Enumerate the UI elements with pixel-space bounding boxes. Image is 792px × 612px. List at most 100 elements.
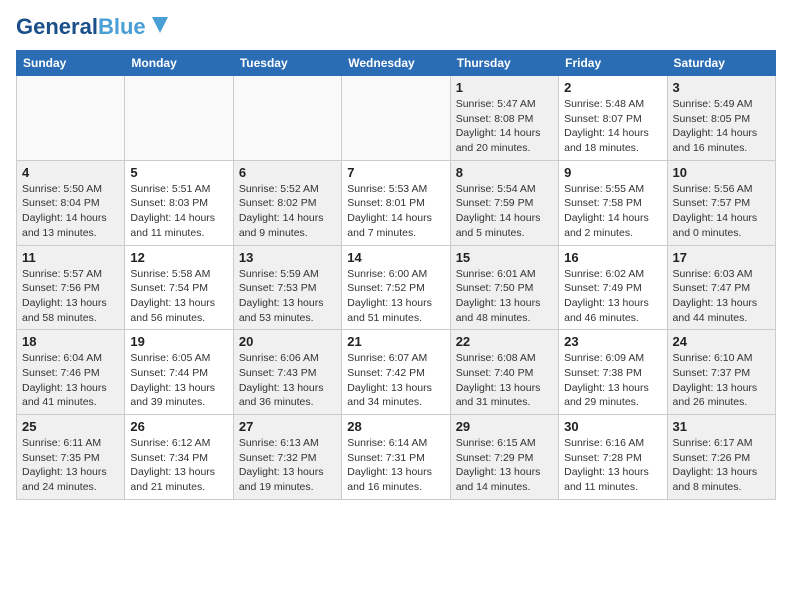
day-detail: Sunrise: 5:50 AMSunset: 8:04 PMDaylight:… — [22, 182, 119, 241]
calendar-cell — [342, 76, 450, 161]
weekday-header-tuesday: Tuesday — [233, 51, 341, 76]
day-number: 19 — [130, 334, 227, 349]
day-detail: Sunrise: 6:13 AMSunset: 7:32 PMDaylight:… — [239, 436, 336, 495]
calendar-cell: 9Sunrise: 5:55 AMSunset: 7:58 PMDaylight… — [559, 160, 667, 245]
calendar-table: SundayMondayTuesdayWednesdayThursdayFrid… — [16, 50, 776, 500]
weekday-header-friday: Friday — [559, 51, 667, 76]
day-detail: Sunrise: 6:05 AMSunset: 7:44 PMDaylight:… — [130, 351, 227, 410]
calendar-cell: 31 Sunrise: 6:17 AMSunset: 7:26 PMDayligh… — [667, 415, 775, 500]
day-number: 31 — [673, 419, 770, 434]
day-detail: Sunrise: 5:49 AMSunset: 8:05 PMDaylight:… — [673, 97, 770, 156]
day-number: 13 — [239, 250, 336, 265]
calendar-cell: 30Sunrise: 6:16 AMSunset: 7:28 PMDayligh… — [559, 415, 667, 500]
calendar-cell: 18 Sunrise: 6:04 AMSunset: 7:46 PMDayligh… — [17, 330, 125, 415]
calendar-cell: 11 Sunrise: 5:57 AMSunset: 7:56 PMDayligh… — [17, 245, 125, 330]
day-number: 12 — [130, 250, 227, 265]
calendar-cell: 7 Sunrise: 5:53 AMSunset: 8:01 PMDaylight… — [342, 160, 450, 245]
calendar-cell: 1 Sunrise: 5:47 AMSunset: 8:08 PMDaylight… — [450, 76, 558, 161]
calendar-cell: 23 Sunrise: 6:09 AMSunset: 7:38 PMDayligh… — [559, 330, 667, 415]
day-number: 27 — [239, 419, 336, 434]
calendar-cell: 17 Sunrise: 6:03 AMSunset: 7:47 PMDayligh… — [667, 245, 775, 330]
weekday-header-wednesday: Wednesday — [342, 51, 450, 76]
day-detail: Sunrise: 6:02 AMSunset: 7:49 PMDaylight:… — [564, 267, 661, 326]
day-number: 7 — [347, 165, 444, 180]
day-number: 8 — [456, 165, 553, 180]
calendar-cell: 24Sunrise: 6:10 AMSunset: 7:37 PMDayligh… — [667, 330, 775, 415]
calendar-cell — [17, 76, 125, 161]
day-number: 29 — [456, 419, 553, 434]
day-number: 15 — [456, 250, 553, 265]
day-detail: Sunrise: 5:52 AMSunset: 8:02 PMDaylight:… — [239, 182, 336, 241]
calendar-week-2: 4 Sunrise: 5:50 AMSunset: 8:04 PMDaylight… — [17, 160, 776, 245]
logo-arrow-icon — [148, 13, 172, 37]
day-number: 21 — [347, 334, 444, 349]
day-number: 3 — [673, 80, 770, 95]
day-number: 18 — [22, 334, 119, 349]
calendar-cell: 5 Sunrise: 5:51 AMSunset: 8:03 PMDaylight… — [125, 160, 233, 245]
calendar-week-5: 25 Sunrise: 6:11 AMSunset: 7:35 PMDayligh… — [17, 415, 776, 500]
day-number: 20 — [239, 334, 336, 349]
day-detail: Sunrise: 6:12 AMSunset: 7:34 PMDaylight:… — [130, 436, 227, 495]
day-detail: Sunrise: 6:04 AMSunset: 7:46 PMDaylight:… — [22, 351, 119, 410]
calendar-cell: 28 Sunrise: 6:14 AMSunset: 7:31 PMDayligh… — [342, 415, 450, 500]
day-detail: Sunrise: 6:11 AMSunset: 7:35 PMDaylight:… — [22, 436, 119, 495]
day-detail: Sunrise: 5:57 AMSunset: 7:56 PMDaylight:… — [22, 267, 119, 326]
day-detail: Sunrise: 5:55 AMSunset: 7:58 PMDaylight:… — [564, 182, 661, 241]
day-detail: Sunrise: 6:07 AMSunset: 7:42 PMDaylight:… — [347, 351, 444, 410]
calendar-cell: 26Sunrise: 6:12 AMSunset: 7:34 PMDayligh… — [125, 415, 233, 500]
calendar-cell: 4 Sunrise: 5:50 AMSunset: 8:04 PMDaylight… — [17, 160, 125, 245]
day-number: 1 — [456, 80, 553, 95]
calendar-cell: 2 Sunrise: 5:48 AMSunset: 8:07 PMDaylight… — [559, 76, 667, 161]
weekday-header-saturday: Saturday — [667, 51, 775, 76]
calendar-cell: 10Sunrise: 5:56 AMSunset: 7:57 PMDayligh… — [667, 160, 775, 245]
calendar-week-1: 1 Sunrise: 5:47 AMSunset: 8:08 PMDaylight… — [17, 76, 776, 161]
calendar-cell: 21 Sunrise: 6:07 AMSunset: 7:42 PMDayligh… — [342, 330, 450, 415]
calendar-cell: 20 Sunrise: 6:06 AMSunset: 7:43 PMDayligh… — [233, 330, 341, 415]
calendar-cell: 16 Sunrise: 6:02 AMSunset: 7:49 PMDayligh… — [559, 245, 667, 330]
calendar-cell: 19 Sunrise: 6:05 AMSunset: 7:44 PMDayligh… — [125, 330, 233, 415]
day-detail: Sunrise: 5:59 AMSunset: 7:53 PMDaylight:… — [239, 267, 336, 326]
day-detail: Sunrise: 6:08 AMSunset: 7:40 PMDaylight:… — [456, 351, 553, 410]
day-detail: Sunrise: 5:47 AMSunset: 8:08 PMDaylight:… — [456, 97, 553, 156]
weekday-header-thursday: Thursday — [450, 51, 558, 76]
day-detail: Sunrise: 5:48 AMSunset: 8:07 PMDaylight:… — [564, 97, 661, 156]
page-header: GeneralBlue — [16, 16, 776, 38]
day-detail: Sunrise: 6:17 AMSunset: 7:26 PMDaylight:… — [673, 436, 770, 495]
day-number: 6 — [239, 165, 336, 180]
calendar-cell: 8 Sunrise: 5:54 AMSunset: 7:59 PMDaylight… — [450, 160, 558, 245]
day-number: 10 — [673, 165, 770, 180]
day-number: 28 — [347, 419, 444, 434]
day-detail: Sunrise: 6:01 AMSunset: 7:50 PMDaylight:… — [456, 267, 553, 326]
day-detail: Sunrise: 5:51 AMSunset: 8:03 PMDaylight:… — [130, 182, 227, 241]
day-number: 5 — [130, 165, 227, 180]
calendar-cell: 27 Sunrise: 6:13 AMSunset: 7:32 PMDayligh… — [233, 415, 341, 500]
calendar-cell: 15 Sunrise: 6:01 AMSunset: 7:50 PMDayligh… — [450, 245, 558, 330]
day-number: 4 — [22, 165, 119, 180]
day-detail: Sunrise: 6:09 AMSunset: 7:38 PMDaylight:… — [564, 351, 661, 410]
calendar-week-4: 18 Sunrise: 6:04 AMSunset: 7:46 PMDayligh… — [17, 330, 776, 415]
calendar-cell: 14Sunrise: 6:00 AMSunset: 7:52 PMDayligh… — [342, 245, 450, 330]
day-number: 11 — [22, 250, 119, 265]
day-number: 25 — [22, 419, 119, 434]
day-number: 17 — [673, 250, 770, 265]
calendar-cell: 22 Sunrise: 6:08 AMSunset: 7:40 PMDayligh… — [450, 330, 558, 415]
day-number: 22 — [456, 334, 553, 349]
day-number: 14 — [347, 250, 444, 265]
day-detail: Sunrise: 5:54 AMSunset: 7:59 PMDaylight:… — [456, 182, 553, 241]
day-detail: Sunrise: 6:06 AMSunset: 7:43 PMDaylight:… — [239, 351, 336, 410]
day-detail: Sunrise: 5:53 AMSunset: 8:01 PMDaylight:… — [347, 182, 444, 241]
day-number: 2 — [564, 80, 661, 95]
day-detail: Sunrise: 6:16 AMSunset: 7:28 PMDaylight:… — [564, 436, 661, 495]
calendar-cell: 13 Sunrise: 5:59 AMSunset: 7:53 PMDayligh… — [233, 245, 341, 330]
weekday-header-sunday: Sunday — [17, 51, 125, 76]
weekday-header-row: SundayMondayTuesdayWednesdayThursdayFrid… — [17, 51, 776, 76]
calendar-cell: 29 Sunrise: 6:15 AMSunset: 7:29 PMDayligh… — [450, 415, 558, 500]
logo-text: GeneralBlue — [16, 16, 146, 38]
day-number: 23 — [564, 334, 661, 349]
day-detail: Sunrise: 6:03 AMSunset: 7:47 PMDaylight:… — [673, 267, 770, 326]
calendar-cell — [125, 76, 233, 161]
day-detail: Sunrise: 5:58 AMSunset: 7:54 PMDaylight:… — [130, 267, 227, 326]
day-number: 16 — [564, 250, 661, 265]
day-detail: Sunrise: 6:14 AMSunset: 7:31 PMDaylight:… — [347, 436, 444, 495]
day-detail: Sunrise: 6:15 AMSunset: 7:29 PMDaylight:… — [456, 436, 553, 495]
